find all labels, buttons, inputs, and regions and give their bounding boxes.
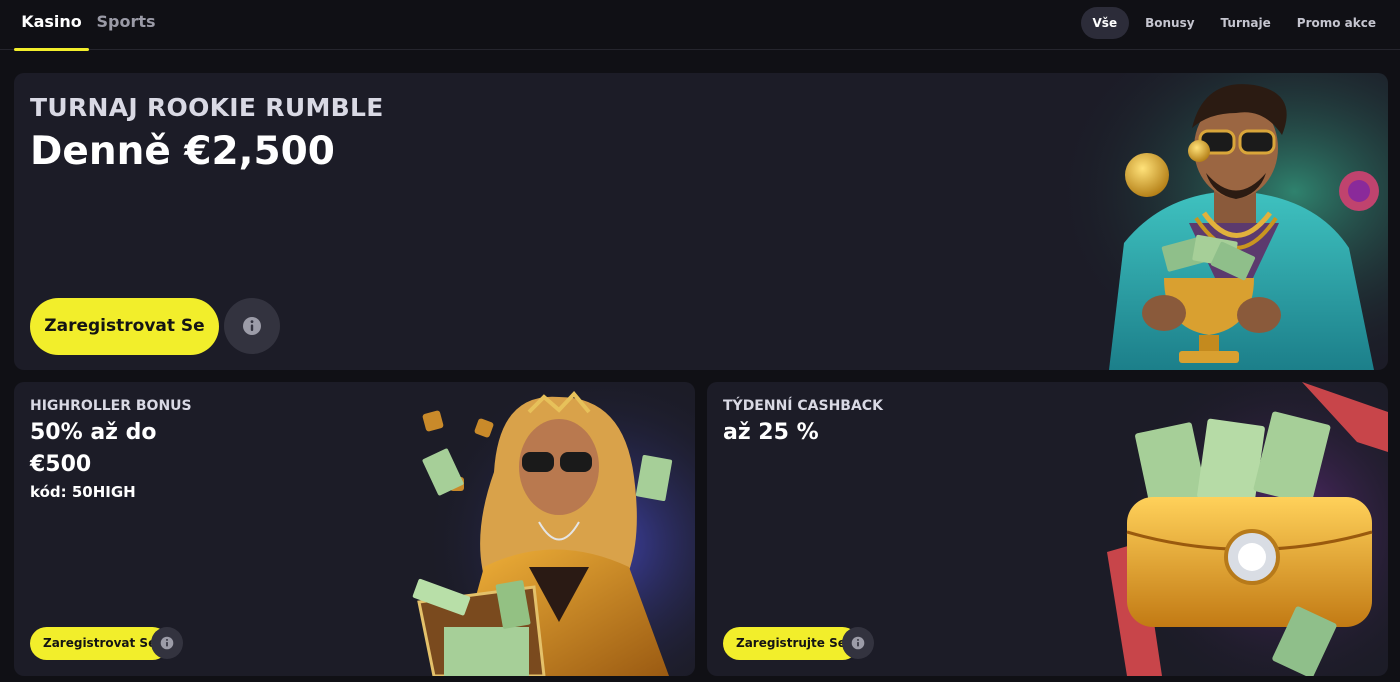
tab-sports[interactable]: Sports bbox=[95, 0, 157, 50]
filter-turnaje[interactable]: Turnaje bbox=[1211, 7, 1281, 39]
highroller-info-button[interactable] bbox=[151, 627, 183, 659]
cashback-headline: až 25 % bbox=[723, 420, 819, 445]
cashback-eyebrow: TÝDENNÍ CASHBACK bbox=[723, 398, 883, 414]
cashback-info-button[interactable] bbox=[842, 627, 874, 659]
tab-kasino[interactable]: Kasino bbox=[14, 0, 89, 51]
top-navigation: Kasino Sports Vše Bonusy Turnaje Promo a… bbox=[0, 0, 1400, 51]
man-with-trophy-illustration bbox=[1014, 73, 1388, 370]
golden-wallet-illustration bbox=[1102, 382, 1388, 676]
info-icon bbox=[160, 636, 174, 650]
highroller-eyebrow: HIGHROLLER BONUS bbox=[30, 398, 192, 414]
highroller-register-button[interactable]: Zaregistrovat Se bbox=[30, 627, 170, 660]
woman-with-money-illustration bbox=[394, 382, 695, 676]
hero-headline: Denně €2,500 bbox=[30, 129, 335, 174]
promo-filter-bar: Vše Bonusy Turnaje Promo akce bbox=[1080, 7, 1386, 39]
highroller-headline-line1: 50% až do bbox=[30, 420, 157, 445]
hero-info-button[interactable] bbox=[224, 298, 280, 354]
info-icon bbox=[243, 317, 261, 335]
highroller-promo-code: kód: 50HIGH bbox=[30, 483, 136, 501]
info-icon bbox=[851, 636, 865, 650]
promo-card-weekly-cashback[interactable]: TÝDENNÍ CASHBACK až 25 % Zaregistrujte S… bbox=[707, 382, 1388, 676]
highroller-headline-line2: €500 bbox=[30, 452, 92, 477]
promo-card-highroller[interactable]: HIGHROLLER BONUS 50% až do €500 kód: 50H… bbox=[14, 382, 695, 676]
hero-eyebrow: TURNAJ ROOKIE RUMBLE bbox=[30, 93, 384, 122]
hero-register-button[interactable]: Zaregistrovat Se bbox=[30, 298, 219, 355]
filter-bonusy[interactable]: Bonusy bbox=[1135, 7, 1204, 39]
filter-promo-akce[interactable]: Promo akce bbox=[1287, 7, 1386, 39]
filter-vse[interactable]: Vše bbox=[1080, 7, 1130, 39]
promo-card-rookie-rumble[interactable]: TURNAJ ROOKIE RUMBLE Denně €2,500 Zaregi… bbox=[14, 73, 1388, 370]
cashback-register-button[interactable]: Zaregistrujte Se bbox=[723, 627, 859, 660]
